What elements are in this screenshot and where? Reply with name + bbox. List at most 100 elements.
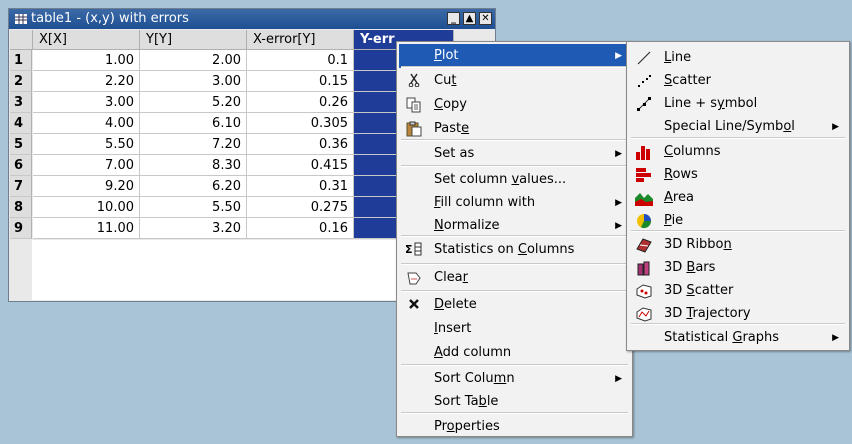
context-menu-item-plot[interactable]: Plot ▶	[399, 44, 630, 68]
scissors-icon	[405, 73, 423, 89]
context-menu-item-insert[interactable]: Insert	[399, 317, 630, 341]
column-header-x[interactable]: X[X]	[33, 30, 140, 50]
context-menu-item-sort-column[interactable]: Sort Column ▶	[399, 367, 630, 391]
table-cell[interactable]: 6.10	[140, 113, 247, 134]
menu-item-label: Rows	[664, 167, 698, 182]
context-menu-item-sort-table[interactable]: Sort Table	[399, 390, 630, 414]
row-header[interactable]: 8	[10, 197, 32, 218]
table-cell[interactable]: 7.00	[33, 155, 140, 176]
table-cell[interactable]: 2.00	[140, 50, 247, 71]
row-header[interactable]: 1	[10, 50, 32, 71]
scatter-plot-icon	[635, 73, 653, 89]
row-header[interactable]: 6	[10, 155, 32, 176]
context-menu-item-add-column[interactable]: Add column	[399, 341, 630, 365]
menu-item-label: 3D Ribbon	[664, 237, 732, 252]
context-menu-item-copy[interactable]: Copy	[399, 93, 630, 117]
table-cell[interactable]: 0.26	[247, 92, 354, 113]
table-cell[interactable]: 3.00	[33, 92, 140, 113]
row-header[interactable]: 7	[10, 176, 32, 197]
plot-submenu-item-scatter[interactable]: Scatter	[629, 69, 847, 93]
table-cell[interactable]: 0.415	[247, 155, 354, 176]
row-header[interactable]: 5	[10, 134, 32, 155]
menu-separator	[401, 263, 628, 265]
table-cell[interactable]: 0.15	[247, 71, 354, 92]
line-plot-icon	[635, 50, 653, 66]
context-menu-item-cut[interactable]: Cut	[399, 69, 630, 93]
plot-submenu-item-rows[interactable]: Rows	[629, 163, 847, 187]
plot-submenu-item-3d-ribbon[interactable]: 3D Ribbon	[629, 233, 847, 257]
table-cell[interactable]: 6.20	[140, 176, 247, 197]
table-cell[interactable]: 10.00	[33, 197, 140, 218]
table-cell[interactable]: 0.36	[247, 134, 354, 155]
corner-cell[interactable]	[10, 30, 33, 50]
plot-submenu-item-special-line-symbol[interactable]: Special Line/Symbol ▶	[629, 115, 847, 139]
table-cell[interactable]: 5.50	[140, 197, 247, 218]
context-menu-item-set-column-values[interactable]: Set column values...	[399, 168, 630, 192]
menu-item-label: Normalize	[434, 218, 500, 233]
column-header-x-error[interactable]: X-error[Y]	[247, 30, 354, 50]
row-header[interactable]: 2	[10, 71, 32, 92]
table-cell[interactable]: 3.20	[140, 218, 247, 239]
row-header[interactable]: 4	[10, 113, 32, 134]
plot-submenu-item-statistical-graphs[interactable]: Statistical Graphs ▶	[629, 326, 847, 350]
row-header[interactable]: 9	[10, 218, 32, 239]
menu-item-label: Copy	[434, 97, 467, 112]
table-cell[interactable]: 8.30	[140, 155, 247, 176]
context-menu-item-fill-column-with[interactable]: Fill column with ▶	[399, 191, 630, 215]
close-button[interactable]: ✕	[479, 12, 492, 25]
table-cell[interactable]: 0.16	[247, 218, 354, 239]
menu-item-label: Cut	[434, 73, 457, 88]
table-cell[interactable]: 0.305	[247, 113, 354, 134]
table-cell[interactable]: 4.00	[33, 113, 140, 134]
svg-text:Σ: Σ	[405, 243, 413, 256]
table-cell[interactable]: 5.20	[140, 92, 247, 113]
submenu-arrow-icon: ▶	[832, 333, 839, 343]
column-header-y[interactable]: Y[Y]	[140, 30, 247, 50]
table-cell[interactable]: 11.00	[33, 218, 140, 239]
context-menu-item-paste[interactable]: Paste	[399, 117, 630, 141]
row-header[interactable]: 3	[10, 92, 32, 113]
minimize-button[interactable]: _	[447, 12, 460, 25]
table-cell[interactable]: 5.50	[33, 134, 140, 155]
window-title: table1 - (x,y) with errors	[31, 11, 189, 26]
menu-item-label: Sort Table	[434, 394, 499, 409]
plot-submenu-item-columns[interactable]: Columns	[629, 140, 847, 164]
context-menu-item-set-as[interactable]: Set as ▶	[399, 142, 630, 166]
context-menu-item-statistics-on-columns[interactable]: Σ Statistics on Columns	[399, 238, 630, 262]
table-cell[interactable]: 7.20	[140, 134, 247, 155]
context-menu-item-delete[interactable]: Delete	[399, 293, 630, 317]
submenu-arrow-icon: ▶	[832, 122, 839, 132]
table-cell[interactable]: 1.00	[33, 50, 140, 71]
table-cell[interactable]: 2.20	[33, 71, 140, 92]
plot-submenu-item-area[interactable]: Area	[629, 186, 847, 210]
menu-item-label: Insert	[434, 321, 472, 336]
menu-item-label: Add column	[434, 345, 512, 360]
table-cell[interactable]: 3.00	[140, 71, 247, 92]
table-icon	[15, 14, 27, 24]
menu-separator	[631, 137, 845, 139]
table-cell[interactable]: 0.1	[247, 50, 354, 71]
plot-submenu-item-3d-scatter[interactable]: 3D Scatter	[629, 279, 847, 303]
area-chart-icon	[635, 190, 653, 206]
plot-submenu-item-line-symbol[interactable]: Line + symbol	[629, 92, 847, 116]
menu-item-label: Plot	[434, 48, 459, 63]
menu-item-label: 3D Trajectory	[664, 306, 751, 321]
table-cell[interactable]: 0.275	[247, 197, 354, 218]
maximize-button[interactable]: ▲	[463, 12, 476, 25]
line-symbol-icon	[635, 96, 653, 112]
window-titlebar[interactable]: table1 - (x,y) with errors _ ▲ ✕	[9, 9, 495, 29]
context-menu-item-clear[interactable]: Clear	[399, 266, 630, 290]
menu-separator	[631, 230, 845, 232]
paste-icon	[405, 121, 423, 137]
pie-chart-icon	[635, 213, 653, 229]
menu-separator	[401, 139, 628, 141]
table-cell[interactable]: 9.20	[33, 176, 140, 197]
3d-scatter-icon	[635, 283, 653, 299]
columns-chart-icon	[635, 144, 653, 160]
plot-submenu-item-3d-bars[interactable]: 3D Bars	[629, 256, 847, 280]
context-menu-item-properties[interactable]: Properties	[399, 415, 630, 439]
menu-separator	[401, 364, 628, 366]
table-cell[interactable]: 0.31	[247, 176, 354, 197]
plot-submenu-item-line[interactable]: Line	[629, 46, 847, 70]
menu-item-label: Delete	[434, 297, 477, 312]
